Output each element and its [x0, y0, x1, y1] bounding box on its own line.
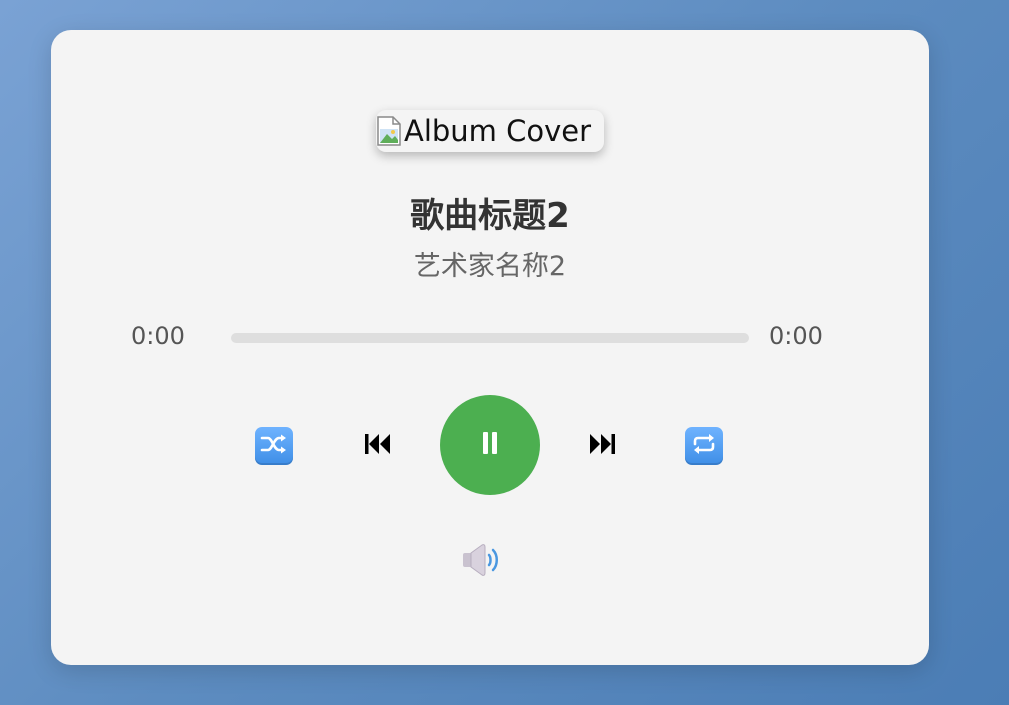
current-time: 0:00	[131, 322, 185, 350]
broken-image-icon	[376, 115, 402, 147]
shuffle-icon	[260, 433, 288, 459]
next-track-icon	[587, 432, 617, 460]
play-pause-button[interactable]	[440, 395, 540, 495]
previous-track-button[interactable]	[359, 427, 397, 465]
album-cover-image: Album Cover	[376, 110, 604, 152]
shuffle-button[interactable]	[255, 427, 293, 465]
speaker-icon	[460, 542, 502, 582]
song-title: 歌曲标题2	[410, 196, 570, 236]
artist-name: 艺术家名称2	[413, 251, 567, 282]
progress-bar[interactable]	[231, 333, 749, 343]
total-time: 0:00	[769, 322, 823, 350]
repeat-icon	[690, 432, 718, 460]
previous-track-icon	[363, 432, 393, 460]
next-track-button[interactable]	[583, 427, 621, 465]
repeat-button[interactable]	[685, 427, 723, 465]
pause-icon	[480, 430, 500, 460]
volume-button[interactable]	[459, 542, 503, 582]
music-player-card: Album Cover 歌曲标题2 艺术家名称2 0:00 0:00	[51, 30, 929, 665]
album-cover-alt-text: Album Cover	[404, 114, 592, 148]
